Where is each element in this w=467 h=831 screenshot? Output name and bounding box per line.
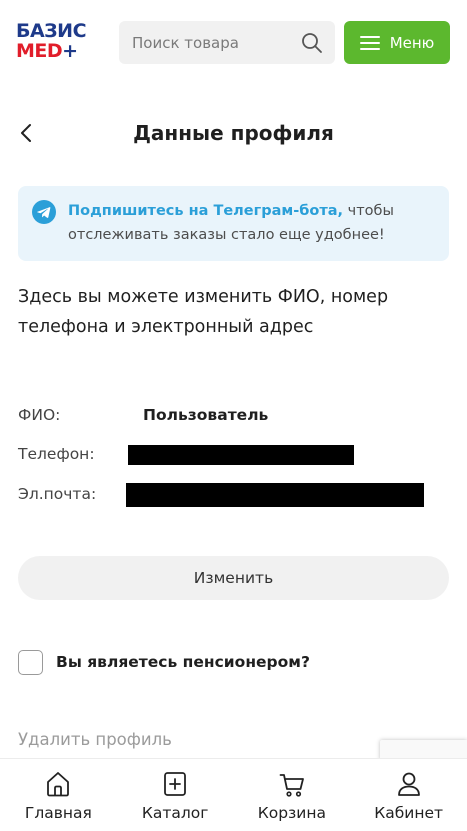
nav-item-cart[interactable]: Корзина	[234, 759, 351, 831]
back-arrow-icon[interactable]	[14, 118, 38, 148]
telegram-icon	[32, 200, 56, 224]
menu-button-label: Меню	[389, 33, 435, 52]
nav-label-cart: Корзина	[257, 804, 327, 822]
fio-label: ФИО:	[18, 406, 61, 424]
bottom-nav: Главная Каталог Корзина Кабинет	[0, 758, 467, 831]
fio-value: Пользователь	[143, 406, 269, 424]
logo[interactable]: БАЗИС MED+	[16, 22, 96, 64]
logo-line2: MED+	[16, 40, 78, 62]
telegram-banner: Подпишитесь на Телеграм-бота, чтобы отсл…	[18, 186, 449, 261]
phone-row: Телефон:	[18, 439, 95, 469]
email-label: Эл.почта:	[18, 485, 97, 503]
email-value-redacted	[126, 483, 424, 507]
menu-button[interactable]: Меню	[344, 21, 450, 64]
user-icon	[397, 772, 420, 796]
page-title: Данные профиля	[133, 121, 334, 145]
telegram-banner-text: Подпишитесь на Телеграм-бота, чтобы отсл…	[68, 199, 438, 247]
intro-text: Здесь вы можете изменить ФИО, номер теле…	[18, 287, 389, 337]
search-box	[119, 21, 335, 64]
cart-icon	[279, 774, 304, 797]
nav-item-home[interactable]: Главная	[0, 759, 117, 831]
search-icon[interactable]	[301, 32, 323, 54]
phone-label: Телефон:	[18, 445, 95, 463]
change-button[interactable]: Изменить	[18, 556, 449, 600]
telegram-bot-link[interactable]: Подпишитесь на Телеграм-бота,	[68, 203, 343, 219]
nav-label-home: Главная	[24, 804, 92, 822]
catalog-icon	[164, 772, 187, 796]
nav-label-account: Кабинет	[374, 804, 444, 822]
nav-item-account[interactable]: Кабинет	[350, 759, 467, 831]
email-row: Эл.почта:	[18, 479, 96, 509]
nav-label-catalog: Каталог	[141, 804, 209, 822]
home-icon	[47, 772, 70, 797]
recaptcha-badge[interactable]	[380, 740, 467, 760]
search-input[interactable]	[119, 21, 294, 64]
pensioner-checkbox-row[interactable]: Вы являетесь пенсионером?	[18, 648, 310, 676]
hamburger-icon	[359, 35, 380, 50]
pensioner-checkbox[interactable]	[18, 649, 43, 675]
pensioner-label: Вы являетесь пенсионером?	[56, 653, 310, 671]
logo-line1: БАЗИС	[16, 20, 87, 42]
delete-profile-link[interactable]: Удалить профиль	[18, 726, 172, 754]
phone-value-redacted	[128, 445, 354, 465]
nav-item-catalog[interactable]: Каталог	[117, 759, 234, 831]
fio-row: ФИО:	[18, 400, 60, 430]
header: БАЗИС MED+ Меню	[0, 0, 467, 86]
